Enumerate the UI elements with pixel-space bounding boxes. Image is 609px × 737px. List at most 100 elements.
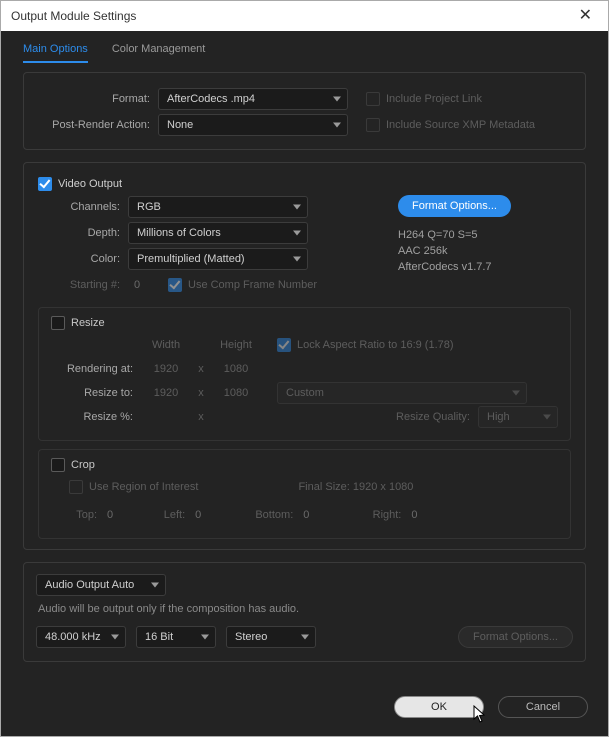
audio-hint: Audio will be output only if the composi… bbox=[38, 603, 573, 615]
depth-label: Depth: bbox=[38, 227, 128, 239]
audio-format-options-button: Format Options... bbox=[458, 626, 573, 648]
use-roi-checkbox bbox=[69, 480, 83, 494]
resize-quality-select: High bbox=[478, 406, 558, 428]
post-render-action-label: Post-Render Action: bbox=[38, 119, 158, 131]
color-label: Color: bbox=[38, 253, 128, 265]
times-icon: x bbox=[191, 411, 211, 423]
resize-checkbox[interactable] bbox=[51, 316, 65, 330]
post-render-action-select[interactable]: None bbox=[158, 114, 348, 136]
crop-panel: Crop Use Region of Interest Final Size: … bbox=[38, 449, 571, 539]
cursor-icon bbox=[473, 705, 489, 723]
ok-label: OK bbox=[431, 701, 447, 713]
rendering-width: 1920 bbox=[141, 363, 191, 375]
codec-info-audio: AAC 256k bbox=[398, 243, 571, 259]
chevron-down-icon bbox=[111, 635, 119, 640]
codec-info-version: AfterCodecs v1.7.7 bbox=[398, 259, 571, 275]
audio-bit-depth-value: 16 Bit bbox=[145, 631, 173, 643]
depth-value: Millions of Colors bbox=[137, 227, 221, 239]
chevron-down-icon bbox=[201, 635, 209, 640]
times-icon: x bbox=[191, 387, 211, 399]
crop-bottom-label: Bottom: bbox=[207, 509, 297, 521]
crop-top-label: Top: bbox=[55, 509, 101, 521]
audio-sample-rate-select[interactable]: 48.000 kHz bbox=[36, 626, 126, 648]
tab-main-options[interactable]: Main Options bbox=[23, 43, 88, 63]
tab-bar: Main Options Color Management bbox=[1, 31, 608, 64]
chevron-down-icon bbox=[293, 231, 301, 236]
audio-channels-select[interactable]: Stereo bbox=[226, 626, 316, 648]
dialog-footer: OK Cancel bbox=[1, 686, 608, 736]
format-panel: Format: AfterCodecs .mp4 Include Project… bbox=[23, 72, 586, 150]
color-select[interactable]: Premultiplied (Matted) bbox=[128, 248, 308, 270]
depth-select[interactable]: Millions of Colors bbox=[128, 222, 308, 244]
video-output-label: Video Output bbox=[58, 178, 122, 190]
audio-channels-value: Stereo bbox=[235, 631, 267, 643]
close-icon[interactable]: ✕ bbox=[571, 4, 600, 28]
audio-output-mode-value: Audio Output Auto bbox=[45, 579, 134, 591]
video-output-checkbox[interactable] bbox=[38, 177, 52, 191]
lock-aspect-label: Lock Aspect Ratio to 16:9 (1.78) bbox=[297, 339, 454, 351]
output-module-settings-dialog: Output Module Settings ✕ Main Options Co… bbox=[0, 0, 609, 737]
times-icon: x bbox=[191, 363, 211, 375]
format-select[interactable]: AfterCodecs .mp4 bbox=[158, 88, 348, 110]
starting-number-label: Starting #: bbox=[38, 279, 128, 291]
include-xmp-checkbox bbox=[366, 118, 380, 132]
final-size-label: Final Size: 1920 x 1080 bbox=[298, 481, 413, 493]
video-format-options-button[interactable]: Format Options... bbox=[398, 195, 511, 217]
rendering-at-label: Rendering at: bbox=[51, 363, 141, 375]
resize-pct-label: Resize %: bbox=[51, 411, 141, 423]
color-value: Premultiplied (Matted) bbox=[137, 253, 245, 265]
post-render-action-value: None bbox=[167, 119, 193, 131]
video-output-panel: Video Output Channels: RGB Depth: bbox=[23, 162, 586, 550]
audio-bit-depth-select[interactable]: 16 Bit bbox=[136, 626, 216, 648]
channels-label: Channels: bbox=[38, 201, 128, 213]
chevron-down-icon bbox=[543, 415, 551, 420]
crop-left-label: Left: bbox=[119, 509, 189, 521]
codec-info-video: H264 Q=70 S=5 bbox=[398, 227, 571, 243]
resize-preset-value: Custom bbox=[286, 387, 324, 399]
use-roi-label: Use Region of Interest bbox=[89, 481, 198, 493]
audio-sample-rate-value: 48.000 kHz bbox=[45, 631, 101, 643]
chevron-down-icon bbox=[151, 583, 159, 588]
starting-number-value: 0 bbox=[128, 279, 168, 291]
chevron-down-icon bbox=[512, 391, 520, 396]
format-label: Format: bbox=[38, 93, 158, 105]
crop-right-label: Right: bbox=[315, 509, 405, 521]
audio-output-mode-select[interactable]: Audio Output Auto bbox=[36, 574, 166, 596]
format-value: AfterCodecs .mp4 bbox=[167, 93, 255, 105]
audio-panel: Audio Output Auto Audio will be output o… bbox=[23, 562, 586, 662]
crop-label: Crop bbox=[71, 459, 95, 471]
height-header: Height bbox=[211, 339, 261, 351]
lock-aspect-checkbox bbox=[277, 338, 291, 352]
resize-to-width: 1920 bbox=[141, 387, 191, 399]
channels-select[interactable]: RGB bbox=[128, 196, 308, 218]
chevron-down-icon bbox=[293, 205, 301, 210]
include-project-link-label: Include Project Link bbox=[386, 93, 482, 105]
include-xmp-label: Include Source XMP Metadata bbox=[386, 119, 535, 131]
cancel-button[interactable]: Cancel bbox=[498, 696, 588, 718]
window-title: Output Module Settings bbox=[11, 9, 136, 23]
include-project-link-checkbox bbox=[366, 92, 380, 106]
resize-to-label: Resize to: bbox=[51, 387, 141, 399]
resize-panel: Resize Width Height Lock Aspect Ratio to… bbox=[38, 307, 571, 441]
resize-quality-label: Resize Quality: bbox=[396, 411, 478, 423]
ok-button[interactable]: OK bbox=[394, 696, 484, 718]
resize-quality-value: High bbox=[487, 411, 510, 423]
titlebar: Output Module Settings ✕ bbox=[1, 1, 608, 31]
width-header: Width bbox=[141, 339, 191, 351]
crop-top-value: 0 bbox=[101, 509, 119, 521]
rendering-height: 1080 bbox=[211, 363, 261, 375]
crop-left-value: 0 bbox=[189, 509, 207, 521]
resize-label: Resize bbox=[71, 317, 105, 329]
use-comp-frame-label: Use Comp Frame Number bbox=[188, 279, 317, 291]
resize-preset-select: Custom bbox=[277, 382, 527, 404]
chevron-down-icon bbox=[333, 97, 341, 102]
channels-value: RGB bbox=[137, 201, 161, 213]
chevron-down-icon bbox=[333, 123, 341, 128]
chevron-down-icon bbox=[301, 635, 309, 640]
resize-to-height: 1080 bbox=[211, 387, 261, 399]
tab-color-management[interactable]: Color Management bbox=[112, 43, 206, 63]
use-comp-frame-checkbox bbox=[168, 278, 182, 292]
crop-bottom-value: 0 bbox=[297, 509, 315, 521]
crop-checkbox[interactable] bbox=[51, 458, 65, 472]
crop-right-value: 0 bbox=[405, 509, 423, 521]
